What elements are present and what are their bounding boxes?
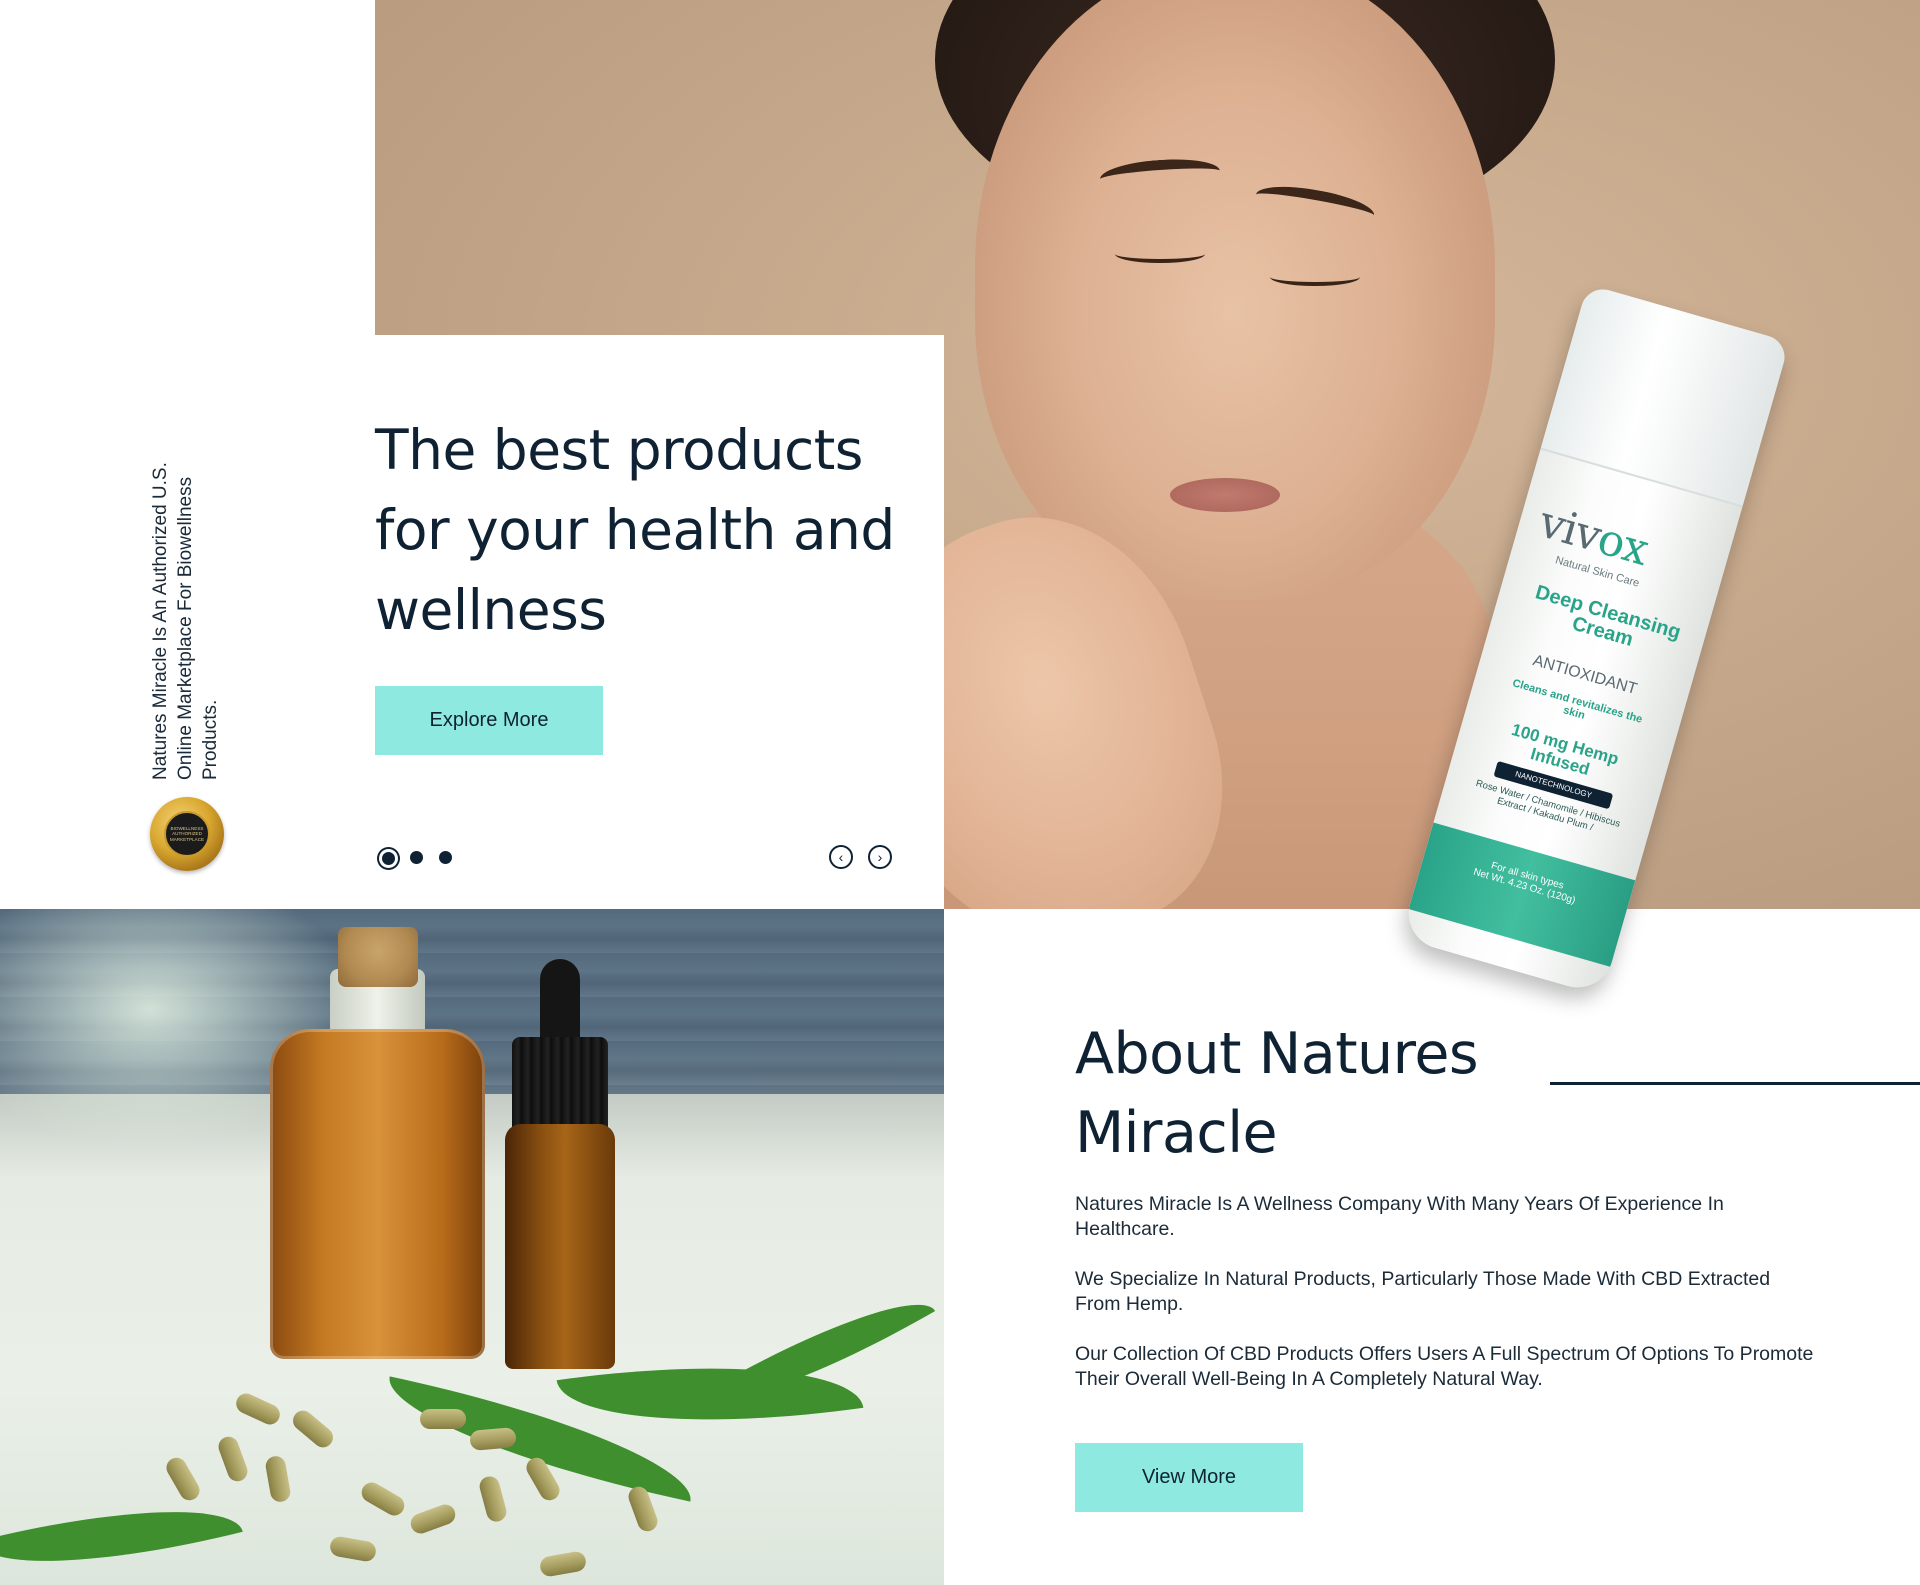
about-paragraph: We Specialize In Natural Products, Parti… bbox=[1075, 1268, 1771, 1315]
slider-prev-button[interactable]: ‹ bbox=[829, 845, 853, 869]
capsule bbox=[420, 1409, 466, 1429]
hero-title: The best products for your health and we… bbox=[375, 418, 895, 642]
chevron-right-icon: › bbox=[877, 849, 883, 865]
portrait-lips bbox=[1170, 478, 1280, 512]
bottle-product-name: Deep Cleansing Cream bbox=[1532, 581, 1684, 651]
capsule bbox=[264, 1454, 292, 1504]
view-more-button[interactable]: View More bbox=[1075, 1443, 1303, 1512]
about-title: About Natures Miracle bbox=[1075, 1021, 1479, 1166]
capsule bbox=[232, 1390, 284, 1428]
capsule bbox=[407, 1501, 459, 1537]
cbd-oil-image bbox=[0, 909, 944, 1585]
brand-tagline: Natures Miracle Is An Authorized U.S. On… bbox=[150, 462, 221, 780]
capsule bbox=[358, 1478, 408, 1520]
capsule bbox=[538, 1550, 588, 1578]
capsule bbox=[288, 1406, 338, 1452]
cork-stopper bbox=[338, 927, 418, 987]
capsule bbox=[162, 1454, 204, 1504]
hemp-leaf bbox=[0, 1478, 243, 1585]
capsule bbox=[328, 1535, 378, 1563]
slider-next-button[interactable]: › bbox=[868, 845, 892, 869]
dropper-bottle bbox=[505, 1124, 615, 1369]
slider-dot-1[interactable] bbox=[382, 852, 395, 865]
chevron-left-icon: ‹ bbox=[838, 849, 844, 865]
bottle-band bbox=[1408, 822, 1636, 967]
dropper-cap bbox=[512, 1037, 608, 1137]
portrait-eye-right bbox=[1270, 268, 1360, 286]
glass-oil-bottle bbox=[270, 1029, 485, 1359]
seal-label: BIOWELLNESS AUTHORIZED MARKETPLACE bbox=[164, 811, 210, 857]
capsule bbox=[477, 1474, 509, 1524]
explore-more-button[interactable]: Explore More bbox=[375, 686, 603, 755]
capsule bbox=[215, 1433, 251, 1485]
authorized-seal-icon: BIOWELLNESS AUTHORIZED MARKETPLACE bbox=[150, 797, 224, 871]
slider-dot-3[interactable] bbox=[439, 851, 452, 864]
about-paragraph: Our Collection Of CBD Products Offers Us… bbox=[1075, 1343, 1814, 1390]
dropper-bulb bbox=[540, 959, 580, 1049]
slider-dot-2[interactable] bbox=[410, 851, 423, 864]
about-divider bbox=[1550, 1082, 1920, 1085]
portrait-eye-left bbox=[1115, 245, 1205, 263]
about-paragraph: Natures Miracle Is A Wellness Company Wi… bbox=[1075, 1193, 1724, 1240]
